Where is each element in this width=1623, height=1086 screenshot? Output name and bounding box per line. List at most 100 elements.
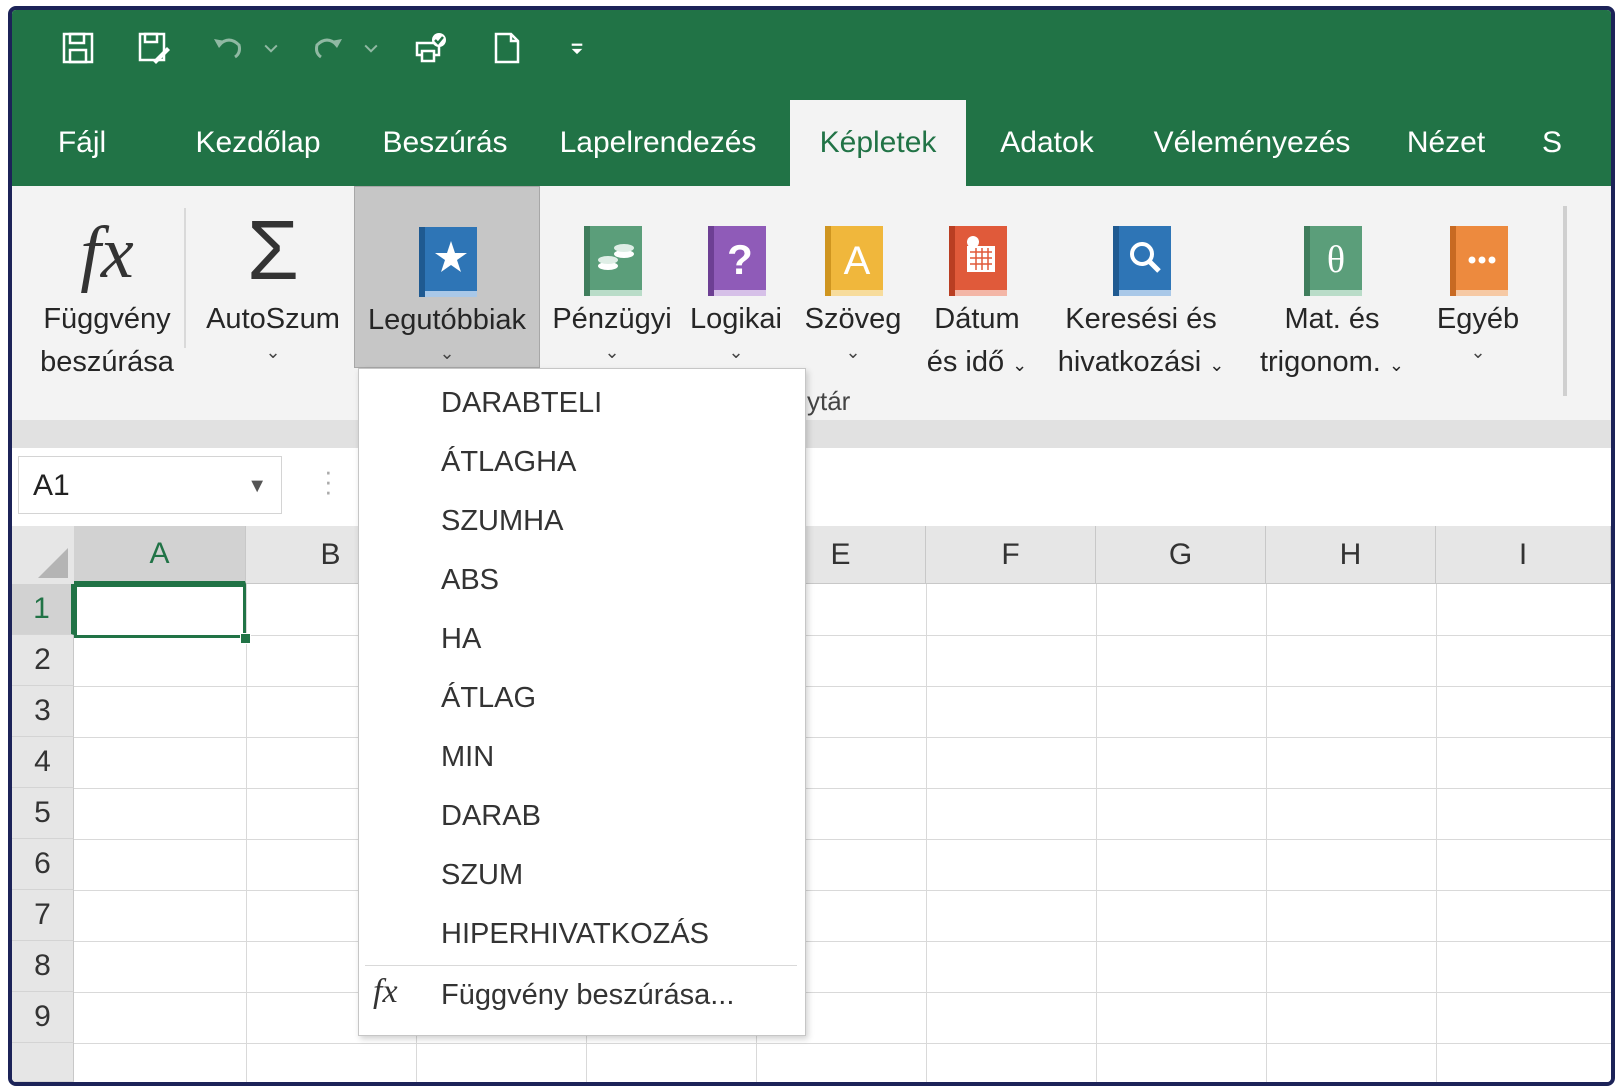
- worksheet-grid[interactable]: A B C D E F G H I 1 2 3 4 5 6 7 8 9: [12, 526, 1611, 1082]
- formula-bar: A1 ▼ · · ·: [12, 448, 1611, 527]
- gridline: [74, 992, 1611, 993]
- row-header-5[interactable]: 5: [12, 788, 74, 839]
- chevron-down-icon: ⌄: [845, 342, 861, 362]
- financial-button[interactable]: Pénzügyi ⌄: [548, 186, 676, 366]
- tab-home[interactable]: Kezdőlap: [178, 100, 338, 186]
- column-header-f[interactable]: F: [926, 526, 1096, 584]
- svg-text:?: ?: [727, 236, 753, 283]
- fx-icon: fx: [373, 973, 398, 1010]
- gridline: [74, 839, 1611, 840]
- star-book-icon: [419, 227, 477, 297]
- tab-insert[interactable]: Beszúrás: [370, 100, 520, 186]
- date-time-button[interactable]: Dátum és idő ⌄: [914, 186, 1040, 378]
- gridline: [74, 941, 1611, 942]
- gridline: [1436, 584, 1437, 1082]
- column-header-h[interactable]: H: [1266, 526, 1436, 584]
- row-header-1[interactable]: 1: [12, 584, 74, 635]
- dropdown-item-darab[interactable]: DARAB: [441, 794, 541, 838]
- column-header-i[interactable]: I: [1436, 526, 1611, 584]
- fill-handle[interactable]: [240, 633, 251, 644]
- save-icon[interactable]: [58, 28, 98, 68]
- more-functions-button[interactable]: Egyéb ⌄: [1426, 186, 1530, 366]
- print-preview-icon[interactable]: [410, 28, 450, 68]
- row-header-8[interactable]: 8: [12, 941, 74, 992]
- ellipsis-book-icon: [1450, 226, 1508, 296]
- ribbon-scroll-edge: [1563, 206, 1567, 396]
- tab-view[interactable]: Nézet: [1396, 100, 1496, 186]
- formula-bar-grip-icon[interactable]: · · ·: [324, 458, 333, 504]
- tab-data[interactable]: Adatok: [984, 100, 1110, 186]
- dropdown-item-atlagha[interactable]: ÁTLAGHA: [441, 440, 576, 484]
- undo-icon[interactable]: [208, 28, 248, 68]
- tab-formulas[interactable]: Képletek: [790, 100, 966, 186]
- dropdown-item-ha[interactable]: HA: [441, 617, 481, 661]
- recent-functions-dropdown: DARABTELI ÁTLAGHA SZUMHA ABS HA ÁTLAG MI…: [358, 368, 806, 1036]
- coins-book-icon: [584, 226, 642, 296]
- ribbon-group-label: ytár: [807, 386, 851, 416]
- chevron-down-icon: ⌄: [265, 342, 281, 362]
- svg-text:A: A: [844, 239, 871, 283]
- row-header-7[interactable]: 7: [12, 890, 74, 941]
- row-header-2[interactable]: 2: [12, 635, 74, 686]
- ribbon-divider-strip: [12, 420, 1611, 448]
- dropdown-item-szum[interactable]: SZUM: [441, 853, 523, 897]
- tab-review[interactable]: Véleményezés: [1142, 100, 1362, 186]
- active-cell-a1[interactable]: [74, 584, 246, 638]
- gridline: [74, 788, 1611, 789]
- gridline: [246, 584, 247, 1082]
- column-header-a[interactable]: A: [74, 526, 246, 584]
- row-header-4[interactable]: 4: [12, 737, 74, 788]
- gridline: [74, 1043, 1611, 1044]
- select-all-triangle-icon: [38, 548, 68, 578]
- chevron-down-icon: ⌄: [604, 342, 620, 362]
- theta-book-icon: θ: [1304, 226, 1362, 296]
- row-header-3[interactable]: 3: [12, 686, 74, 737]
- math-trig-button[interactable]: θ Mat. és trigonom. ⌄: [1244, 186, 1420, 378]
- dropdown-item-atlag[interactable]: ÁTLAG: [441, 676, 536, 720]
- gridline: [1096, 584, 1097, 1082]
- dropdown-separator: [365, 965, 797, 966]
- row-header-9[interactable]: 9: [12, 992, 74, 1043]
- autosum-button[interactable]: Σ AutoSzum ⌄: [198, 186, 348, 366]
- dropdown-insert-function[interactable]: Függvény beszúrása...: [441, 979, 734, 1012]
- chevron-down-icon[interactable]: ▼: [247, 457, 267, 515]
- tab-page-layout[interactable]: Lapelrendezés: [548, 100, 768, 186]
- ribbon-separator: [184, 208, 186, 348]
- gridline: [926, 584, 927, 1082]
- dropdown-item-hiperhivatkozas[interactable]: HIPERHIVATKOZÁS: [441, 912, 709, 956]
- text-button[interactable]: A Szöveg ⌄: [798, 186, 908, 366]
- chevron-down-icon: ⌄: [1012, 355, 1028, 375]
- excel-window: Fájl Kezdőlap Beszúrás Lapelrendezés Kép…: [8, 6, 1615, 1086]
- fx-icon: fx: [80, 212, 134, 294]
- gridline: [74, 635, 1611, 636]
- gridline: [74, 686, 1611, 687]
- chevron-down-icon: ⌄: [1470, 342, 1486, 362]
- text-book-icon: A: [825, 226, 883, 296]
- save-as-icon[interactable]: [134, 28, 174, 68]
- dropdown-item-szumha[interactable]: SZUMHA: [441, 499, 563, 543]
- recent-functions-button[interactable]: Legutóbbiak ⌄: [354, 186, 540, 368]
- sigma-icon: Σ: [247, 203, 299, 297]
- tab-file[interactable]: Fájl: [42, 100, 122, 186]
- row-header-10[interactable]: [12, 1043, 74, 1082]
- new-document-icon[interactable]: [486, 28, 526, 68]
- undo-dropdown-icon[interactable]: [260, 28, 282, 68]
- dropdown-item-darabteli[interactable]: DARABTELI: [441, 381, 602, 425]
- quick-access-toolbar: [12, 10, 1611, 100]
- question-book-icon: ?: [708, 226, 766, 296]
- column-header-g[interactable]: G: [1096, 526, 1266, 584]
- chevron-down-icon: ⌄: [439, 343, 455, 363]
- row-header-6[interactable]: 6: [12, 839, 74, 890]
- customize-qat-icon[interactable]: [562, 28, 592, 68]
- ribbon-formulas: fx Függvény beszúrása Σ AutoSzum ⌄ Legut…: [12, 186, 1611, 420]
- logical-button[interactable]: ? Logikai ⌄: [682, 186, 790, 366]
- select-all-button[interactable]: [12, 526, 75, 585]
- tab-more[interactable]: S: [1542, 100, 1572, 186]
- insert-function-button[interactable]: fx Függvény beszúrása: [24, 186, 190, 378]
- dropdown-item-abs[interactable]: ABS: [441, 558, 499, 602]
- dropdown-item-min[interactable]: MIN: [441, 735, 494, 779]
- name-box[interactable]: A1 ▼: [18, 456, 282, 514]
- redo-icon[interactable]: [308, 28, 348, 68]
- lookup-reference-button[interactable]: Keresési és hivatkozási ⌄: [1046, 186, 1236, 378]
- redo-dropdown-icon[interactable]: [360, 28, 382, 68]
